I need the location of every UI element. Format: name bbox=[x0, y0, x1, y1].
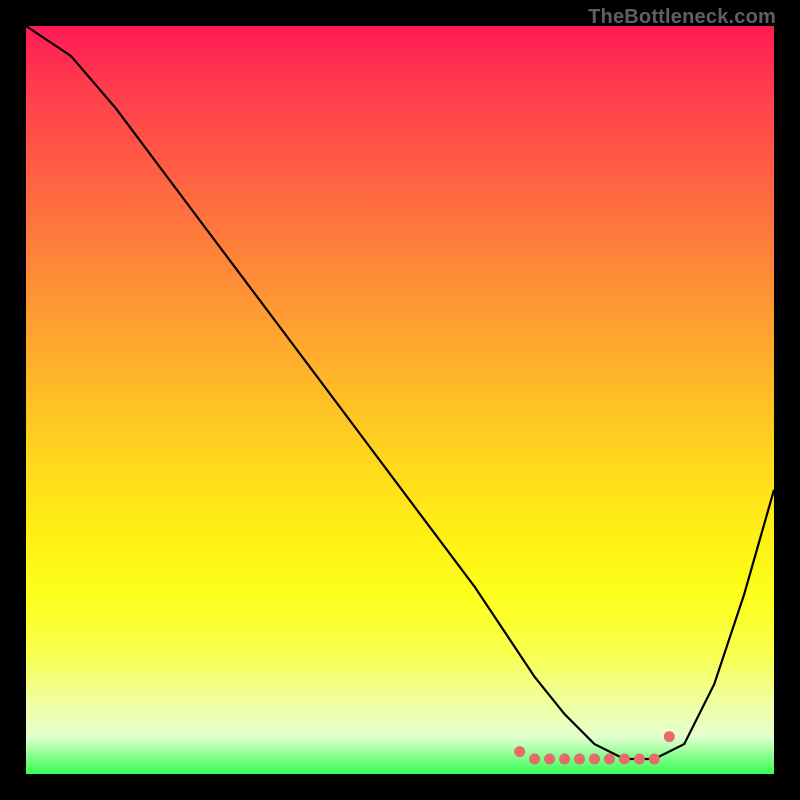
chart-svg bbox=[26, 26, 774, 774]
highlight-marker bbox=[559, 754, 570, 765]
watermark-text: TheBottleneck.com bbox=[588, 6, 776, 29]
highlight-marker bbox=[544, 754, 555, 765]
highlight-marker bbox=[589, 754, 600, 765]
highlight-marker bbox=[529, 754, 540, 765]
highlight-marker bbox=[634, 754, 645, 765]
bottleneck-curve-line bbox=[26, 26, 774, 759]
highlight-markers bbox=[514, 731, 675, 764]
chart-container: TheBottleneck.com bbox=[0, 0, 800, 800]
highlight-marker bbox=[514, 746, 525, 757]
highlight-marker bbox=[619, 754, 630, 765]
highlight-marker bbox=[604, 754, 615, 765]
highlight-marker bbox=[649, 754, 660, 765]
highlight-marker bbox=[574, 754, 585, 765]
highlight-marker bbox=[664, 731, 675, 742]
